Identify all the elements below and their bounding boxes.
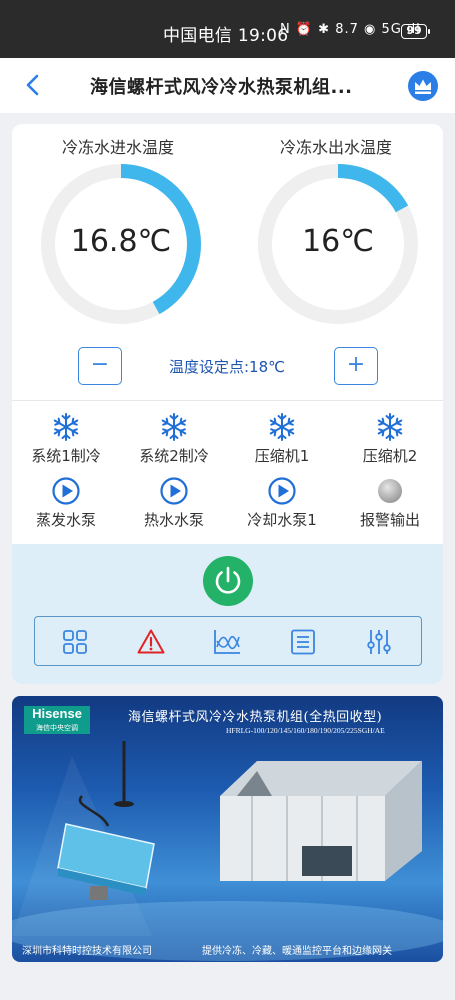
app-header: 海信螺杆式风冷冷水热泵机组... bbox=[0, 58, 455, 113]
back-button[interactable] bbox=[20, 72, 46, 98]
carrier-time: 中国电信 19:06 bbox=[163, 26, 289, 46]
status-compressor2: 压缩机2 bbox=[340, 412, 440, 466]
outlet-temp-value: 16℃ bbox=[302, 224, 374, 259]
banner-slogan: 提供冷冻、冷藏、暖通监控平台和边缘网关 bbox=[202, 946, 392, 957]
status-system1-cooling: 系统1制冷 bbox=[16, 412, 116, 466]
product-banner[interactable]: Hisense 海信中央空调 海信螺杆式风冷冷水热泵机组(全热回收型) HFRL… bbox=[12, 696, 443, 962]
warning-icon[interactable] bbox=[136, 627, 166, 657]
page-title: 海信螺杆式风冷冷水热泵机组... bbox=[90, 77, 353, 98]
increase-setpoint-button[interactable]: + bbox=[334, 347, 378, 385]
play-circle-icon bbox=[267, 476, 297, 506]
snowflake-icon bbox=[267, 412, 297, 442]
inlet-temp-value: 16.8℃ bbox=[70, 224, 172, 259]
power-icon bbox=[215, 566, 241, 594]
setpoint-label: 温度设定点:18℃ bbox=[169, 358, 285, 376]
grid-icon[interactable] bbox=[60, 627, 90, 657]
control-panel bbox=[12, 544, 443, 684]
play-circle-icon bbox=[159, 476, 189, 506]
list-icon[interactable] bbox=[288, 627, 318, 657]
status-system2-cooling: 系统2制冷 bbox=[124, 412, 224, 466]
status-evaporator-pump: 蒸发水泵 bbox=[16, 476, 116, 530]
control-card: 冷冻水进水温度 冷冻水出水温度 16.8℃ 16℃ − 温度设定点:18℃ + … bbox=[12, 124, 443, 684]
chevron-left-icon bbox=[26, 74, 39, 96]
banner-company: 深圳市科特时控技术有限公司 bbox=[22, 946, 152, 957]
alarm-off-icon bbox=[378, 479, 402, 503]
status-alarm-output: 报警输出 bbox=[340, 476, 440, 530]
banner-illustration bbox=[12, 741, 443, 961]
inlet-temp-label: 冷冻水进水温度 bbox=[61, 138, 174, 157]
toolbar bbox=[34, 616, 422, 666]
status-hot-water-pump: 热水水泵 bbox=[124, 476, 224, 530]
crown-icon bbox=[415, 79, 431, 94]
power-button[interactable] bbox=[203, 556, 253, 606]
status-icons: N ⏰ ✱ 8.7 ◉ 5G ıll bbox=[280, 22, 421, 37]
sliders-icon[interactable] bbox=[364, 627, 394, 657]
battery-icon: 99 bbox=[401, 24, 430, 39]
outlet-temp-label: 冷冻水出水温度 bbox=[279, 138, 392, 157]
decrease-setpoint-button[interactable]: − bbox=[78, 347, 122, 385]
status-compressor1: 压缩机1 bbox=[232, 412, 332, 466]
crown-button[interactable] bbox=[408, 71, 438, 101]
snowflake-icon bbox=[159, 412, 189, 442]
snowflake-icon bbox=[375, 412, 405, 442]
status-cooling-pump1: 冷却水泵1 bbox=[232, 476, 332, 530]
chart-icon[interactable] bbox=[212, 627, 242, 657]
play-circle-icon bbox=[51, 476, 81, 506]
snowflake-icon bbox=[51, 412, 81, 442]
divider bbox=[12, 400, 443, 401]
status-bar: 中国电信 19:06 N ⏰ ✱ 8.7 ◉ 5G ıll 99 bbox=[0, 0, 455, 58]
